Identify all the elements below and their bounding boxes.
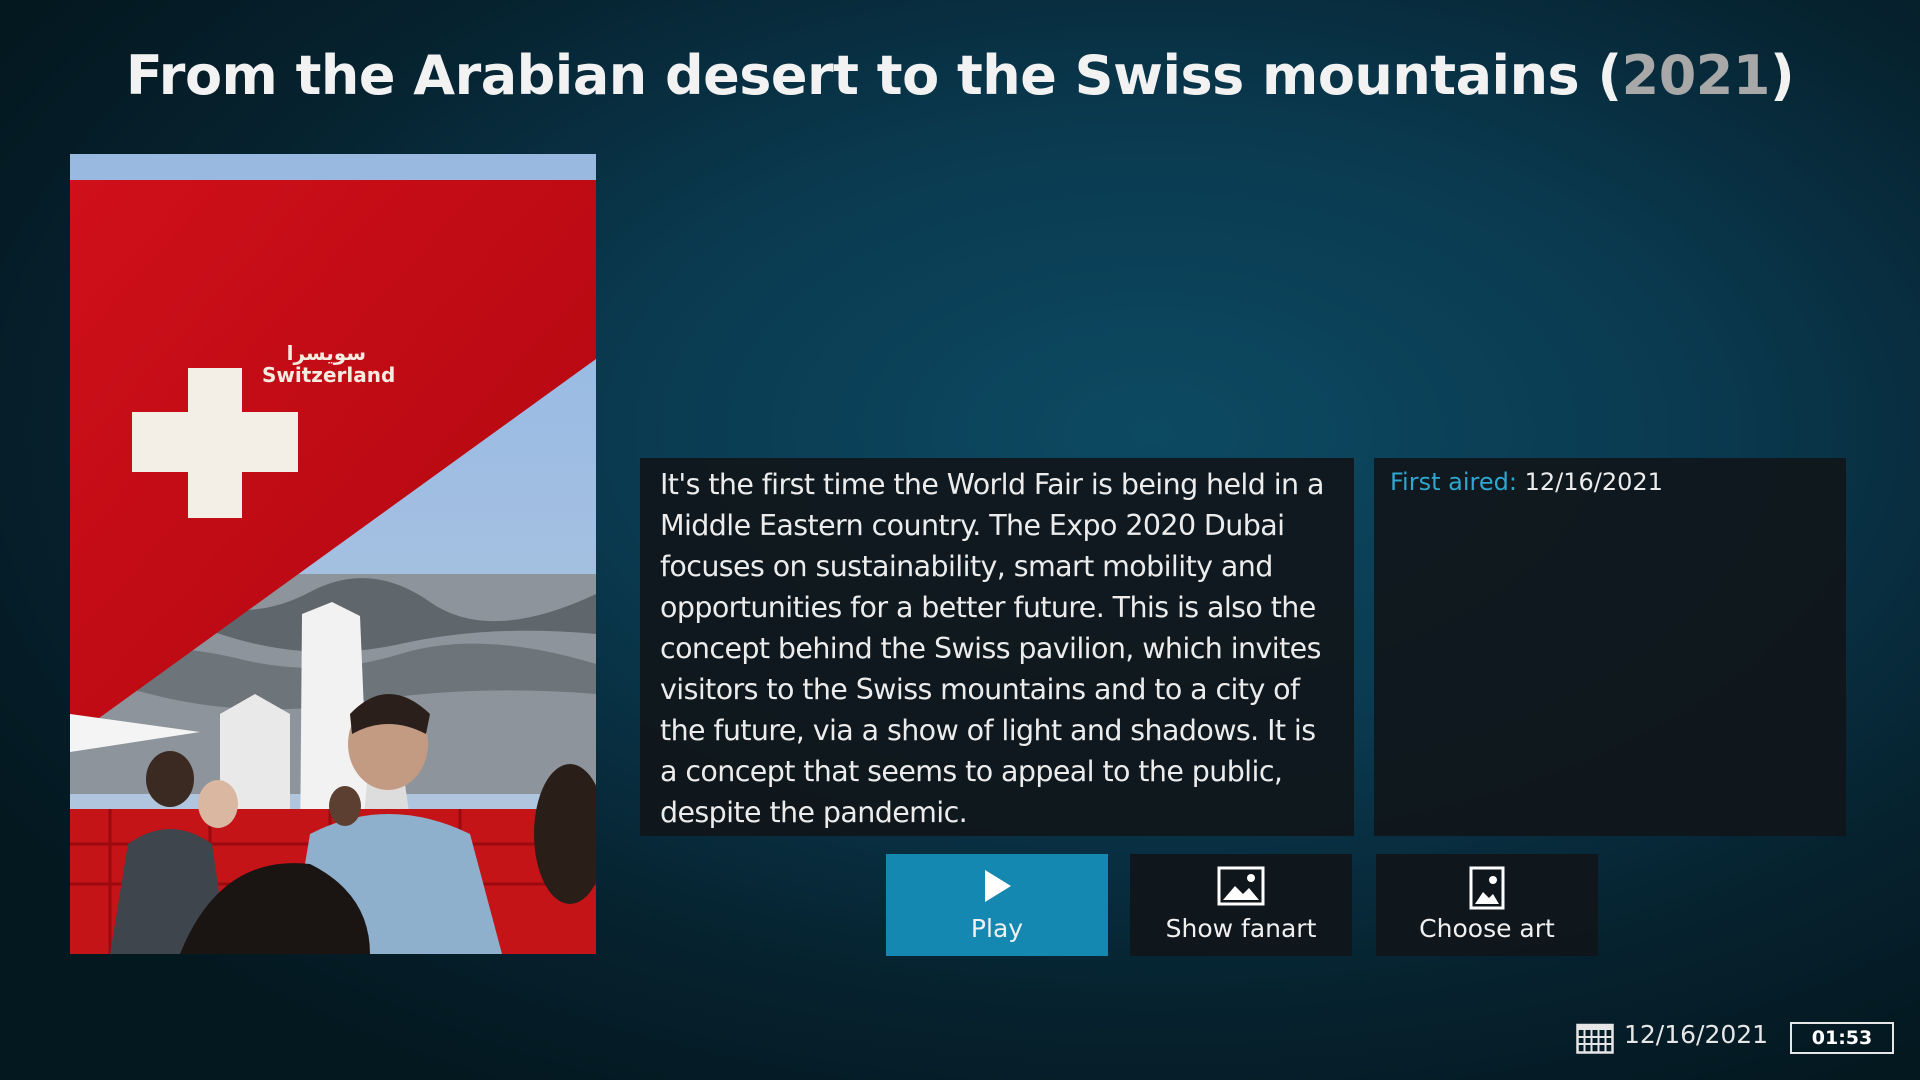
choose-art-label: Choose art bbox=[1419, 914, 1555, 943]
choose-art-icon bbox=[1376, 866, 1598, 910]
show-fanart-button[interactable]: Show fanart bbox=[1130, 854, 1352, 956]
info-panel: First aired: 12/16/2021 bbox=[1374, 458, 1846, 836]
title-text: From the Arabian desert to the Swiss mou… bbox=[125, 44, 1580, 107]
first-aired-row: First aired: 12/16/2021 bbox=[1390, 468, 1663, 496]
clock: 01:53 bbox=[1790, 1022, 1894, 1054]
page-title: From the Arabian desert to the Swiss mou… bbox=[125, 44, 1795, 107]
title-year: 2021 bbox=[1621, 44, 1771, 107]
plot-text: It's the first time the World Fair is be… bbox=[660, 468, 1324, 829]
play-button-label: Play bbox=[970, 914, 1024, 943]
play-icon bbox=[886, 866, 1108, 908]
poster-caption-latin: Switzerland bbox=[262, 363, 395, 387]
poster-caption-arabic: سويسرا bbox=[287, 341, 366, 365]
play-button[interactable]: Play bbox=[886, 854, 1108, 956]
first-aired-label: First aired: bbox=[1390, 468, 1517, 496]
choose-art-button[interactable]: Choose art bbox=[1376, 854, 1598, 956]
poster-image: Switzerland سويسرا bbox=[70, 154, 596, 954]
fanart-icon bbox=[1130, 866, 1352, 908]
first-aired-value: 12/16/2021 bbox=[1524, 468, 1663, 496]
status-date: 12/16/2021 bbox=[1624, 1020, 1769, 1049]
calendar-icon bbox=[1576, 1022, 1614, 1054]
plot-panel[interactable]: It's the first time the World Fair is be… bbox=[640, 458, 1354, 836]
show-fanart-label: Show fanart bbox=[1165, 914, 1317, 943]
